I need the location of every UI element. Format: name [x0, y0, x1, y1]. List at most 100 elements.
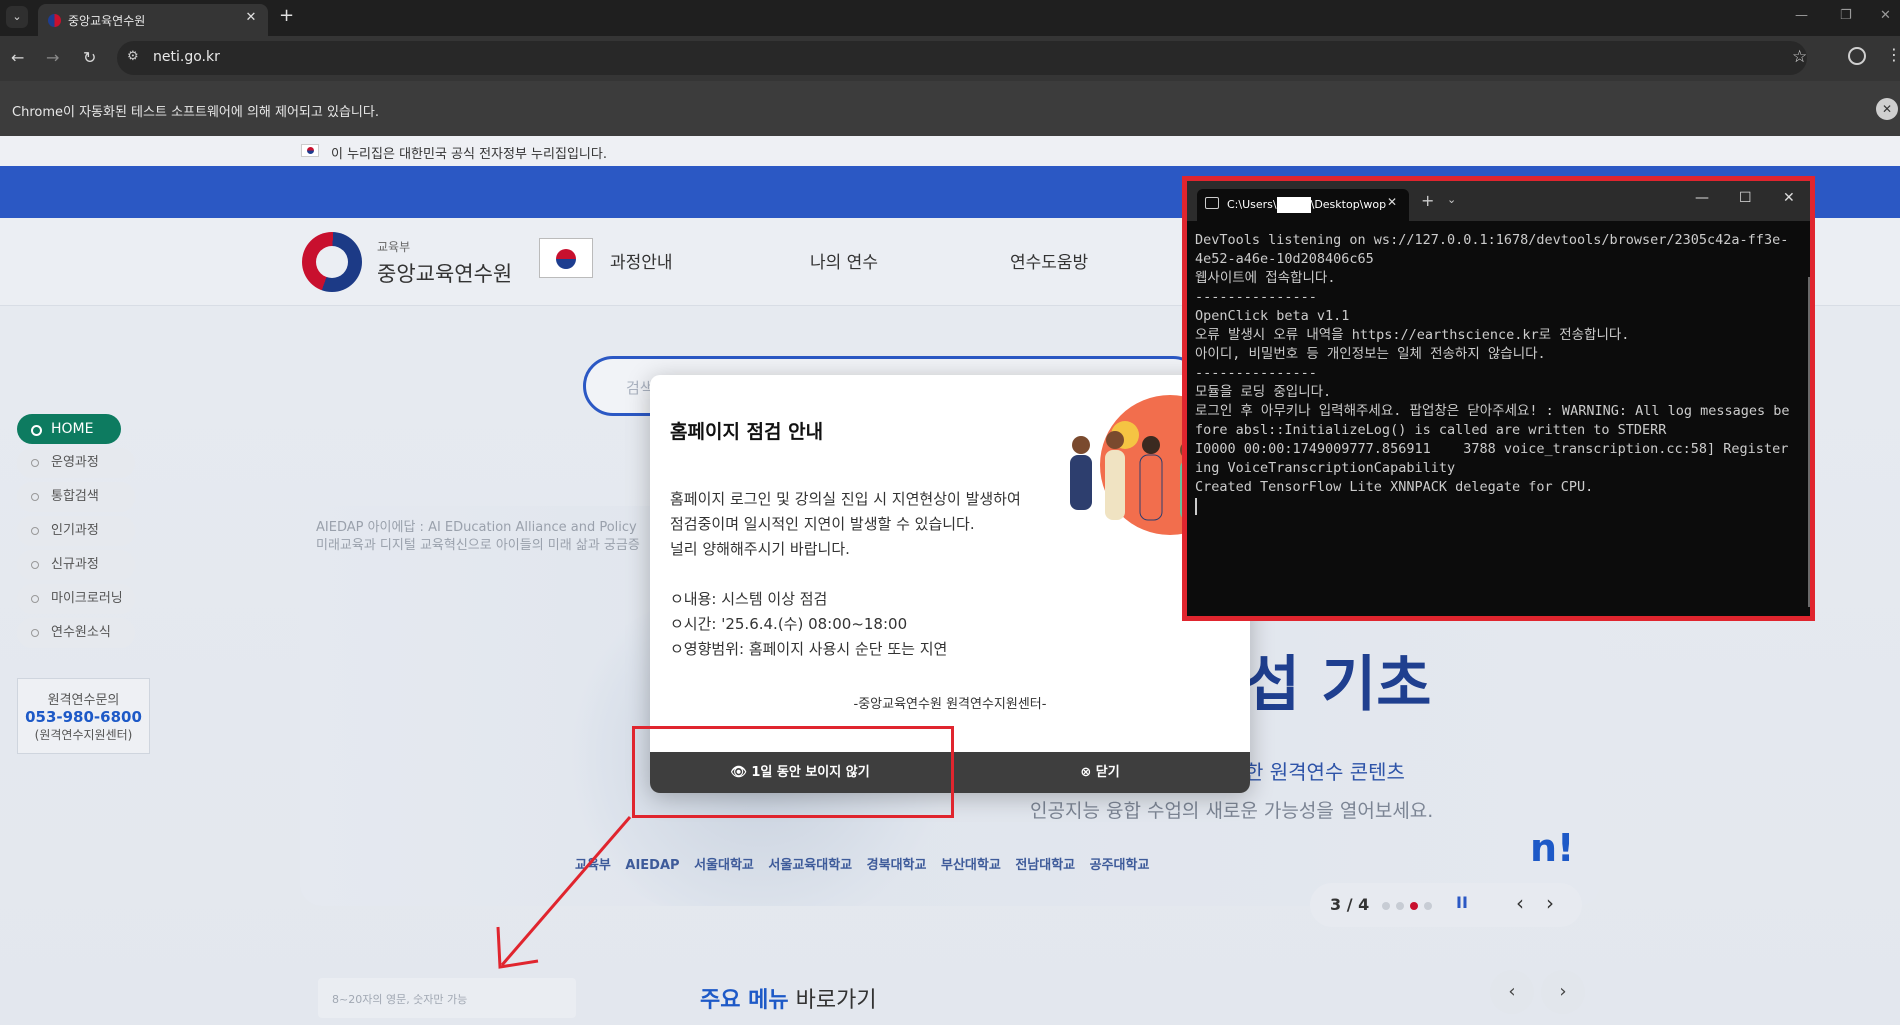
restore-icon[interactable]: ❐	[1840, 8, 1852, 23]
chevron-left-icon[interactable]: ‹	[1516, 891, 1524, 915]
banner-subheading: 미래교육과 디지털 교육혁신으로 아이들의 미래 삶과 궁금증	[316, 538, 640, 553]
terminal-window[interactable]: C:\Users\ \Desktop\wop ✕ + ⌄ — ☐ ✕ DevToo…	[1182, 176, 1815, 621]
terminal-icon	[1205, 197, 1219, 209]
new-tab-icon[interactable]: +	[279, 5, 294, 26]
maximize-icon[interactable]: ☐	[1739, 190, 1752, 206]
minimize-icon[interactable]: —	[1695, 190, 1709, 206]
pager-dot[interactable]	[1382, 902, 1390, 910]
minimize-icon[interactable]: —	[1795, 8, 1808, 23]
popup-detail-content: ㅇ내용: 시스템 이상 점검	[670, 590, 828, 608]
contact-title: 원격연수문의	[47, 693, 120, 708]
browser-tab-strip: ⌄ 중앙교육연수원 ✕ + — ❐ ✕	[0, 0, 1900, 36]
back-icon[interactable]: ←	[11, 48, 24, 67]
forward-icon[interactable]: →	[46, 48, 59, 67]
sidenav-item-search[interactable]: 통합검색	[17, 482, 135, 512]
site-favicon-icon	[48, 14, 61, 27]
logo-ministry[interactable]: 교육부	[377, 238, 410, 255]
terminal-line: 웹사이트에 접속합니다.	[1195, 270, 1336, 286]
automation-infobar: Chrome이 자동화된 테스트 소프트웨어에 의해 제어되고 있습니다. ✕	[0, 81, 1900, 136]
menu-heading-accent: 주요 메뉴	[700, 988, 789, 1013]
partner-logos: 교육부 AIEDAP 서울대학교 서울교육대학교 경북대학교 부산대학교 전남대…	[575, 858, 1150, 873]
popup-signature: -중앙교육연수원 원격연수지원센터-	[853, 697, 1047, 712]
sidenav-item-microlearning[interactable]: 마이크로러닝	[17, 584, 135, 614]
terminal-tab[interactable]: C:\Users\ \Desktop\wop ✕	[1197, 189, 1409, 221]
chevron-left-icon[interactable]: ‹	[1490, 970, 1534, 1014]
terminal-line: 모듈을 로딩 중입니다.	[1195, 384, 1332, 400]
menu-heading-rest: 바로가기	[788, 988, 877, 1013]
korea-flag-icon	[539, 238, 593, 278]
pause-icon[interactable]: II	[1456, 893, 1468, 912]
logo-title[interactable]: 중앙교육연수원	[377, 258, 512, 288]
banner-tagline: 인공지능 융합 수업의 새로운 가능성을 열어보세요.	[1030, 800, 1434, 822]
terminal-line: I0000 00:00:1749009777.856911 3788 voice…	[1195, 441, 1789, 476]
terminal-tab-title: C:\Users\ \Desktop\wop	[1227, 197, 1387, 213]
korea-flag-icon	[301, 144, 319, 157]
address-toolbar: ← → ↻ ⚙ neti.go.kr ☆ ⋮	[0, 36, 1900, 81]
window-close-icon[interactable]: ✕	[1783, 190, 1795, 206]
chevron-down-icon[interactable]: ⌄	[1447, 193, 1456, 206]
banner-description: 한 원격연수 콘텐츠	[1245, 760, 1405, 784]
terminal-line: Created TensorFlow Lite XNNPACK delegate…	[1195, 479, 1594, 495]
pager-dot[interactable]	[1396, 902, 1404, 910]
redaction-block	[1276, 197, 1311, 213]
popup-body-line: 널리 양해해주시기 바랍니다.	[670, 540, 850, 558]
terminal-line: ---------------	[1195, 365, 1317, 381]
terminal-cursor	[1195, 497, 1197, 515]
close-icon[interactable]: ✕	[1876, 98, 1898, 120]
popup-body-line: 점검중이며 일시적인 지연이 발생할 수 있습니다.	[670, 515, 975, 533]
contact-box: 원격연수문의 053-980-6800 (원격연수지원센터)	[17, 678, 150, 754]
sidenav-item-home[interactable]: HOME	[17, 414, 121, 444]
profile-icon[interactable]	[1848, 47, 1866, 65]
taegeuk-logo-icon[interactable]	[302, 232, 362, 292]
terminal-line: DevTools listening on ws://127.0.0.1:167…	[1195, 232, 1789, 267]
sidenav-item-popular[interactable]: 인기과정	[17, 516, 135, 546]
popup-detail-scope: ㅇ영향범위: 홈페이지 사용시 순단 또는 지연	[670, 640, 948, 658]
annotation-arrow-icon	[496, 816, 632, 969]
terminal-output[interactable]: DevTools listening on ws://127.0.0.1:167…	[1195, 231, 1795, 516]
terminal-line: OpenClick beta v1.1	[1195, 308, 1350, 324]
banner-heading: AIEDAP 아이에답 : AI EDucation Alliance and …	[316, 520, 637, 535]
nav-my-training[interactable]: 나의 연수	[810, 248, 878, 273]
id-input[interactable]: 8~20자의 영문, 숫자만 가능	[318, 978, 576, 1018]
pager-count: 3 / 4	[1330, 895, 1370, 914]
browser-tab[interactable]: 중앙교육연수원 ✕	[38, 4, 268, 36]
sidenav-item-courses[interactable]: 운영과정	[17, 448, 135, 478]
popup-detail-time: ㅇ시간: '25.6.4.(수) 08:00~18:00	[670, 615, 908, 633]
highlight-box	[632, 726, 954, 818]
terminal-titlebar: C:\Users\ \Desktop\wop ✕ + ⌄ — ☐ ✕	[1187, 181, 1810, 221]
bookmark-star-icon[interactable]: ☆	[1792, 47, 1807, 67]
terminal-line: 아이디, 비밀번호 등 개인정보는 일체 전송하지 않습니다.	[1195, 346, 1546, 362]
popup-close-label: 닫기	[1095, 765, 1120, 780]
tab-list-icon[interactable]: ⌄	[6, 6, 28, 28]
terminal-title-prefix: C:\Users\	[1227, 198, 1277, 211]
popup-title: 홈페이지 점검 안내	[670, 421, 824, 443]
sidenav-item-new[interactable]: 신규과정	[17, 550, 135, 580]
terminal-title-suffix: \Desktop\wop	[1310, 198, 1387, 211]
close-icon[interactable]: ✕	[242, 9, 260, 27]
nav-course-info[interactable]: 과정안내	[610, 248, 673, 273]
close-icon[interactable]: ✕	[1387, 195, 1397, 209]
sidenav-item-news[interactable]: 연수원소식	[17, 618, 135, 648]
banner-title: 섭 기초	[1245, 650, 1432, 720]
popup-body-line: 홈페이지 로그인 및 강의실 진입 시 지연현상이 발생하여	[670, 490, 1021, 508]
terminal-scrollbar[interactable]	[1808, 277, 1810, 607]
edap-logo-icon: n!	[1530, 826, 1575, 870]
menu-icon[interactable]: ⋮	[1886, 45, 1900, 64]
terminal-line: 오류 발생시 오류 내역을 https://earthscience.kr로 전…	[1195, 327, 1630, 343]
pager-dot[interactable]	[1424, 902, 1432, 910]
terminal-line: ---------------	[1195, 289, 1317, 305]
gov-notice-strip: 이 누리집은 대한민국 공식 전자정부 누리집입니다.	[0, 136, 1900, 166]
chevron-right-icon[interactable]: ›	[1546, 891, 1554, 915]
omnibox[interactable]: ⚙ neti.go.kr	[117, 41, 1807, 75]
chevron-right-icon[interactable]: ›	[1541, 970, 1585, 1014]
url-text[interactable]: neti.go.kr	[153, 49, 220, 65]
reload-icon[interactable]: ↻	[83, 48, 96, 67]
window-close-icon[interactable]: ✕	[1880, 8, 1891, 23]
nav-help[interactable]: 연수도움방	[1010, 248, 1088, 273]
tab-title: 중앙교육연수원	[68, 14, 146, 28]
new-tab-icon[interactable]: +	[1421, 191, 1434, 210]
terminal-line: 로그인 후 아무키나 입력해주세요. 팝업창은 닫아주세요! : WARNING…	[1195, 403, 1790, 438]
site-info-icon[interactable]: ⚙	[127, 49, 139, 64]
popup-close-button[interactable]: ⊗ 닫기	[950, 752, 1250, 793]
pager-dot-active[interactable]	[1410, 902, 1418, 910]
